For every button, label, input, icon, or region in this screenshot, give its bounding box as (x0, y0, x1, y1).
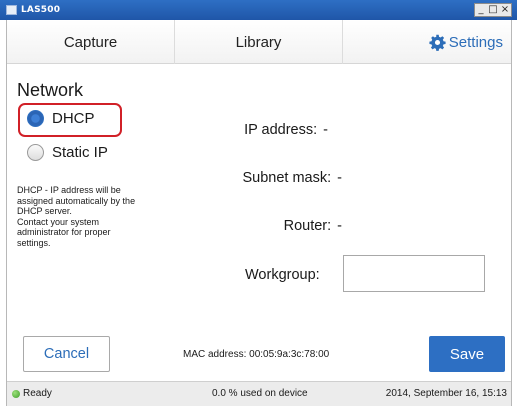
ready-indicator-icon (12, 389, 20, 398)
router-value: - (337, 218, 342, 234)
save-button-label: Save (449, 345, 485, 363)
window-title: LAS500 (21, 5, 61, 15)
window-controls: _ □ × (474, 3, 512, 17)
minimize-button[interactable]: _ (475, 4, 487, 16)
status-datetime: 2014, September 16, 15:13 (385, 388, 507, 399)
radio-static-ip-indicator[interactable] (27, 144, 44, 161)
app-icon (6, 5, 17, 15)
tab-library-label: Library (235, 33, 282, 51)
tab-bar: Capture Library Settings (7, 20, 511, 64)
radio-dhcp-label: DHCP (52, 110, 95, 127)
ip-address-label: IP address: (244, 122, 318, 138)
status-ready: Ready (12, 388, 52, 399)
gear-icon (429, 34, 446, 51)
ip-address-value: - (323, 122, 328, 138)
radio-static-ip[interactable]: Static IP (27, 144, 108, 161)
router-row: Router: - (284, 218, 342, 234)
mac-address: MAC address: 00:05:9a:3c:78:00 (183, 349, 330, 360)
dhcp-help-text: DHCP - IP address will be assigned autom… (17, 185, 136, 248)
section-title-network: Network (17, 80, 84, 100)
tab-capture[interactable]: Capture (7, 20, 175, 64)
window-titlebar: LAS500 _ □ × (0, 0, 517, 20)
cancel-button[interactable]: Cancel (23, 336, 110, 372)
tab-settings-label: Settings (448, 33, 503, 51)
subnet-mask-row: Subnet mask: - (242, 170, 342, 186)
close-button[interactable]: × (499, 4, 511, 16)
tab-capture-label: Capture (63, 33, 118, 51)
tab-library[interactable]: Library (175, 20, 343, 64)
status-ready-label: Ready (23, 388, 52, 399)
tab-settings[interactable]: Settings (343, 20, 511, 64)
app-body: Capture Library Settings Network DHCP St… (6, 20, 512, 406)
subnet-mask-value: - (337, 170, 342, 186)
subnet-mask-label: Subnet mask: (242, 170, 332, 186)
save-button[interactable]: Save (429, 336, 505, 372)
radio-dhcp-indicator[interactable] (27, 110, 44, 127)
ip-address-row: IP address: - (244, 122, 328, 138)
workgroup-input[interactable] (343, 255, 485, 292)
maximize-button[interactable]: □ (487, 4, 499, 16)
cancel-button-label: Cancel (43, 346, 90, 362)
status-usage: 0.0 % used on device (212, 388, 308, 399)
workgroup-label: Workgroup: (245, 267, 320, 283)
radio-static-ip-label: Static IP (52, 144, 108, 161)
status-bar: Ready 0.0 % used on device 2014, Septemb… (7, 381, 511, 406)
radio-dhcp[interactable]: DHCP (27, 110, 95, 127)
router-label: Router: (283, 218, 332, 234)
